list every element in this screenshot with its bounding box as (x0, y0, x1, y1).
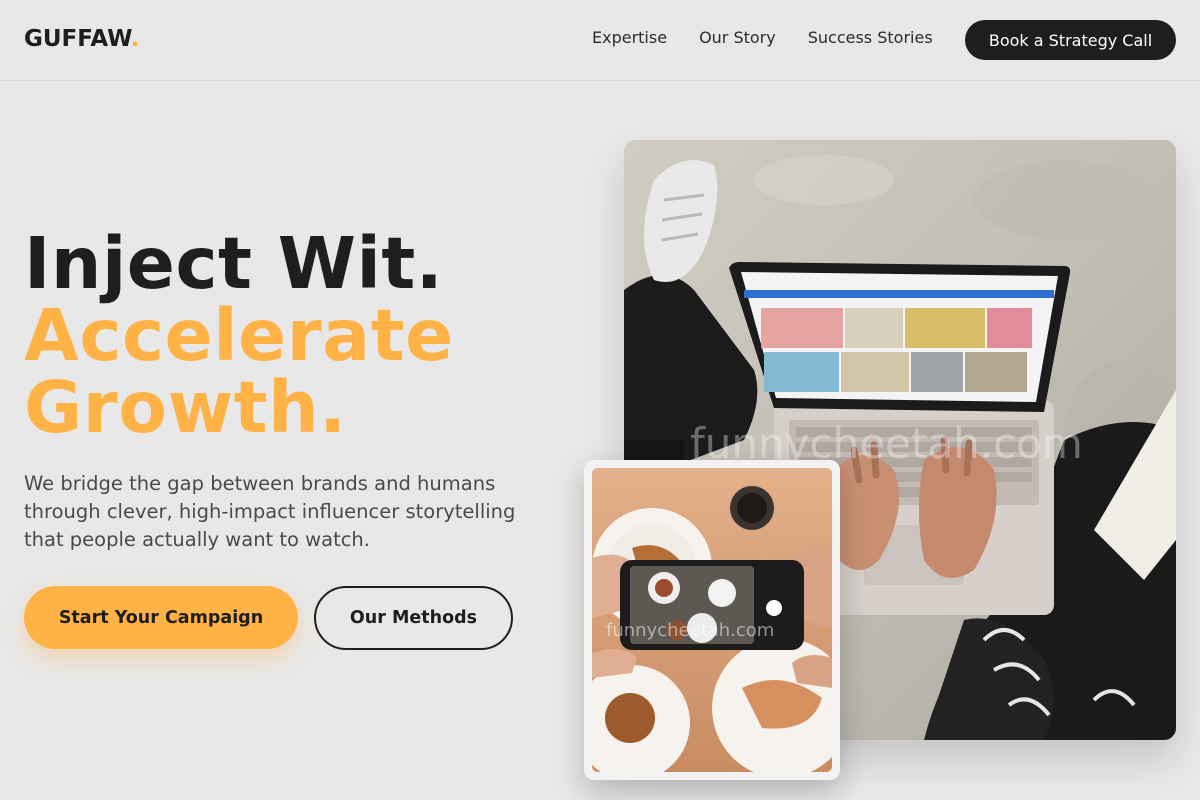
start-campaign-button[interactable]: Start Your Campaign (24, 586, 298, 649)
nav-link-our-story[interactable]: Our Story (699, 28, 776, 47)
headline-line-2: Accelerate (24, 294, 454, 377)
logo[interactable]: GUFFAW. (24, 26, 139, 52)
hero-headline: Inject Wit. Accelerate Growth. (24, 228, 454, 444)
hero-subcopy: We bridge the gap between brands and hum… (24, 472, 516, 551)
main-nav: Expertise Our Story Success Stories (592, 28, 965, 47)
site-header: GUFFAW. Expertise Our Story Success Stor… (0, 0, 1200, 81)
our-methods-button[interactable]: Our Methods (314, 586, 513, 650)
food-photo-illustration: funnycheetah.com (592, 468, 832, 772)
nav-link-success-stories[interactable]: Success Stories (808, 28, 933, 47)
headline-line-1: Inject Wit. (24, 222, 444, 305)
logo-dot: . (130, 26, 140, 52)
secondary-image-inner: funnycheetah.com (592, 468, 832, 772)
sub-image-watermark: funnycheetah.com (606, 620, 774, 641)
nav-link-expertise[interactable]: Expertise (592, 28, 667, 47)
hero-secondary-image: funnycheetah.com (584, 460, 840, 780)
logo-text: GUFFAW (24, 26, 131, 52)
headline-line-3: Growth. (24, 366, 347, 449)
book-strategy-call-button[interactable]: Book a Strategy Call (965, 20, 1176, 60)
